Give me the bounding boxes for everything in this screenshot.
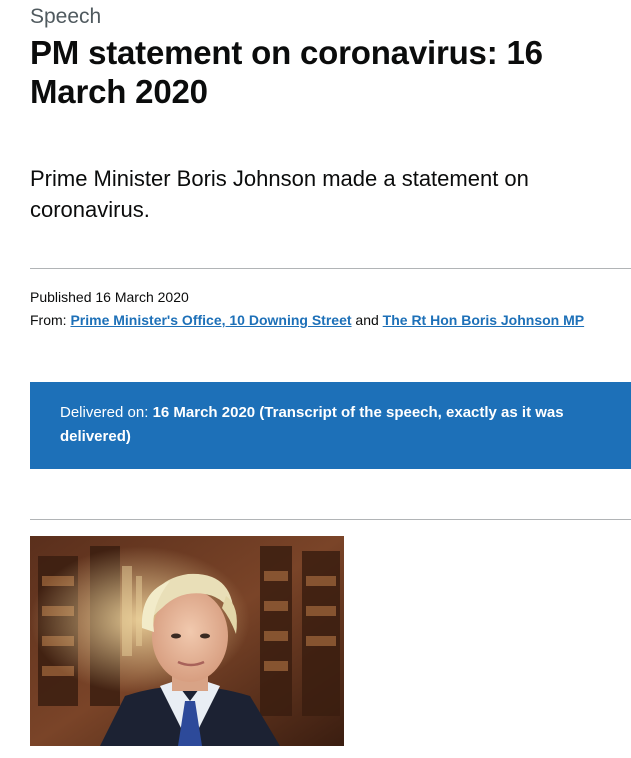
published-line: Published 16 March 2020	[30, 286, 631, 309]
published-label: Published	[30, 289, 92, 305]
speaker-photo-illustration	[30, 536, 344, 746]
and-text: and	[355, 312, 379, 328]
page-title: PM statement on coronavirus: 16 March 20…	[30, 34, 543, 110]
org-link-boris-johnson[interactable]: The Rt Hon Boris Johnson MP	[383, 312, 584, 328]
divider	[30, 268, 631, 269]
metadata: Published 16 March 2020 From: Prime Mini…	[30, 286, 631, 332]
from-label: From:	[30, 312, 67, 328]
document-type: Speech	[30, 5, 102, 28]
page-summary: Prime Minister Boris Johnson made a stat…	[30, 166, 529, 222]
divider	[30, 519, 631, 520]
speaker-photo	[30, 536, 344, 746]
org-link-pm-office[interactable]: Prime Minister's Office, 10 Downing Stre…	[70, 312, 351, 328]
published-date: 16 March 2020	[95, 289, 189, 305]
delivered-banner: Delivered on: 16 March 2020 (Transcript …	[30, 382, 631, 469]
delivered-label: Delivered on:	[60, 404, 149, 421]
from-line: From: Prime Minister's Office, 10 Downin…	[30, 309, 631, 332]
